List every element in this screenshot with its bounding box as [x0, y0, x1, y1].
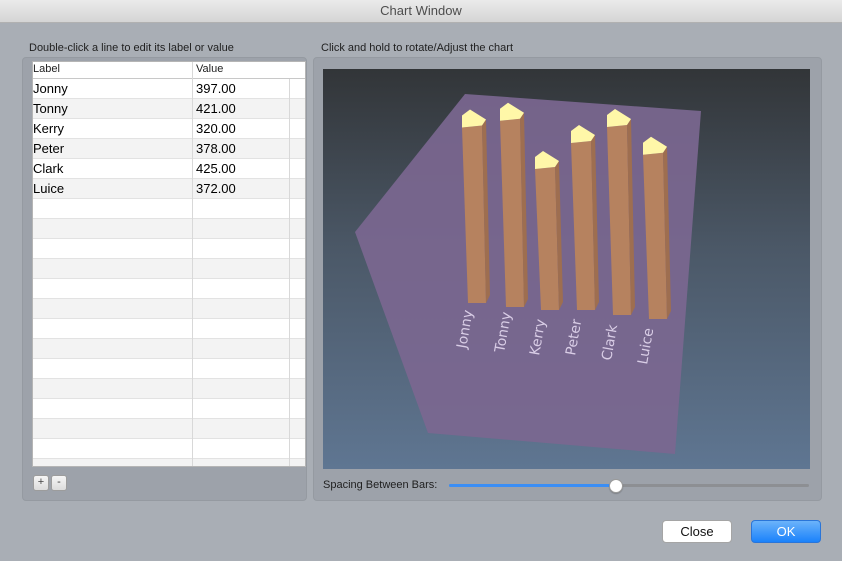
cell-label[interactable]: Luice — [33, 181, 64, 196]
table-row[interactable]: Luice 372.00 — [33, 179, 305, 199]
cell-label[interactable]: Kerry — [33, 121, 64, 136]
spacing-label: Spacing Between Bars: — [323, 479, 438, 491]
table-row[interactable] — [33, 199, 305, 219]
spacing-slider[interactable] — [449, 479, 809, 493]
title-bar: Chart Window — [0, 0, 842, 23]
cell-label[interactable]: Tonny — [33, 101, 68, 116]
table-row[interactable] — [33, 399, 305, 419]
add-row-button[interactable]: + — [33, 475, 49, 491]
table-row[interactable]: Clark 425.00 — [33, 159, 305, 179]
ok-button[interactable]: OK — [751, 520, 821, 543]
table-row[interactable] — [33, 219, 305, 239]
table-row[interactable] — [33, 439, 305, 459]
cell-label[interactable]: Clark — [33, 161, 63, 176]
cell-label[interactable]: Jonny — [33, 81, 68, 96]
cell-value[interactable]: 372.00 — [196, 181, 236, 196]
table-body: Jonny 397.00 Tonny 421.00 Kerry 320.00 Peter 37… — [33, 79, 305, 466]
spacing-slider-fill — [449, 484, 615, 487]
chart-3d-viewport[interactable]: Jonny Tonny Kerry Peter Clark Luice — [323, 69, 810, 469]
window-title: Chart Window — [380, 3, 462, 18]
table-row[interactable] — [33, 359, 305, 379]
table-row[interactable]: Kerry 320.00 — [33, 119, 305, 139]
column-divider — [289, 79, 290, 466]
column-header-label[interactable]: Label — [33, 63, 60, 75]
column-divider — [192, 62, 193, 466]
table-row[interactable] — [33, 279, 305, 299]
column-header-value[interactable]: Value — [196, 63, 223, 75]
table-row[interactable] — [33, 239, 305, 259]
cell-value[interactable]: 425.00 — [196, 161, 236, 176]
table-row[interactable] — [33, 379, 305, 399]
cell-value[interactable]: 378.00 — [196, 141, 236, 156]
table-row[interactable] — [33, 299, 305, 319]
cell-label[interactable]: Peter — [33, 141, 64, 156]
table-row[interactable] — [33, 259, 305, 279]
remove-row-button[interactable]: - — [51, 475, 67, 491]
cell-value[interactable]: 421.00 — [196, 101, 236, 116]
table-row[interactable] — [33, 339, 305, 359]
cell-value[interactable]: 320.00 — [196, 121, 236, 136]
table-row[interactable]: Tonny 421.00 — [33, 99, 305, 119]
data-table[interactable]: Label Value Jonny 397.00 Tonny 421.00 Kerry 3… — [32, 61, 306, 467]
table-row[interactable]: Jonny 397.00 — [33, 79, 305, 99]
table-caption: Double-click a line to edit its label or… — [29, 42, 234, 54]
table-row[interactable] — [33, 319, 305, 339]
table-header: Label Value — [33, 62, 305, 79]
bar-chart[interactable]: Jonny Tonny Kerry Peter Clark Luice — [323, 69, 810, 469]
close-button[interactable]: Close — [662, 520, 732, 543]
table-row[interactable]: Peter 378.00 — [33, 139, 305, 159]
spacing-slider-thumb[interactable] — [608, 479, 623, 493]
table-row[interactable] — [33, 419, 305, 439]
chart-caption: Click and hold to rotate/Adjust the char… — [321, 42, 513, 54]
cell-value[interactable]: 397.00 — [196, 81, 236, 96]
table-row[interactable] — [33, 459, 305, 466]
